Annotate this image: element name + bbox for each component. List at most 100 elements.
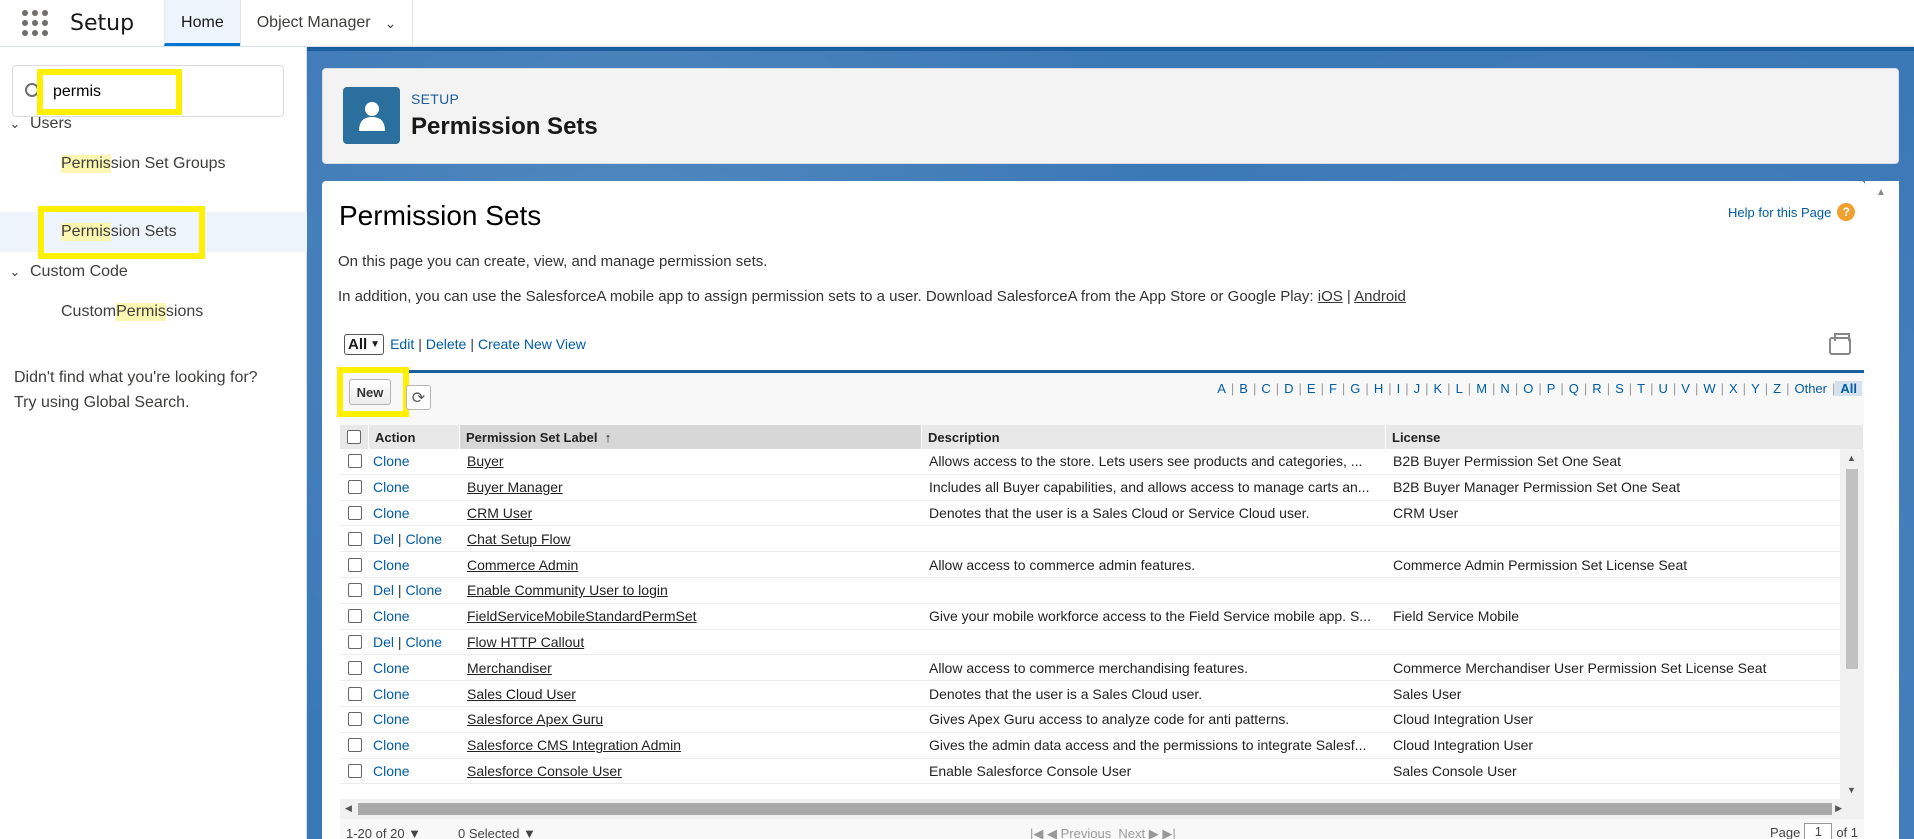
- alpha-filter-link[interactable]: V: [1676, 381, 1695, 396]
- column-description[interactable]: Description: [922, 425, 1386, 449]
- tab-object-manager[interactable]: Object Manager ⌄: [239, 0, 414, 46]
- permission-set-link[interactable]: Buyer: [460, 453, 922, 469]
- permission-set-link[interactable]: Chat Setup Flow: [460, 531, 922, 547]
- alpha-filter-link[interactable]: Z: [1768, 381, 1786, 396]
- alpha-filter-link[interactable]: N: [1495, 381, 1514, 396]
- clone-link[interactable]: Clone: [373, 737, 410, 753]
- quick-find-input[interactable]: [43, 75, 176, 109]
- row-checkbox[interactable]: [347, 609, 362, 624]
- delete-view-link[interactable]: Delete: [426, 336, 466, 352]
- alpha-filter-link[interactable]: Q: [1564, 381, 1584, 396]
- chevron-down-icon[interactable]: ⌄: [0, 116, 30, 132]
- last-page-icon[interactable]: ▶|: [1162, 826, 1175, 839]
- row-checkbox[interactable]: [347, 660, 362, 675]
- clone-link[interactable]: Clone: [405, 582, 442, 598]
- alpha-filter-link[interactable]: H: [1369, 381, 1388, 396]
- alpha-filter-link[interactable]: Y: [1746, 381, 1765, 396]
- alpha-filter-link[interactable]: D: [1279, 381, 1298, 396]
- alpha-filter-link[interactable]: U: [1653, 381, 1672, 396]
- permission-set-link[interactable]: FieldServiceMobileStandardPermSet: [460, 608, 922, 624]
- alpha-filter-link[interactable]: I: [1392, 381, 1406, 396]
- alpha-filter-link[interactable]: Other: [1789, 381, 1832, 396]
- alpha-filter-link[interactable]: J: [1409, 381, 1426, 396]
- page-input[interactable]: 1: [1804, 823, 1833, 839]
- alpha-filter-link[interactable]: G: [1345, 381, 1365, 396]
- clone-link[interactable]: Clone: [373, 505, 410, 521]
- scroll-right-icon[interactable]: ▶: [1835, 803, 1842, 814]
- scroll-up-icon[interactable]: ▲: [1876, 187, 1886, 198]
- alpha-filter-link[interactable]: X: [1724, 381, 1743, 396]
- clone-link[interactable]: Clone: [373, 711, 410, 727]
- tree-group-users[interactable]: ⌄ Users: [0, 109, 307, 139]
- help-link[interactable]: Help for this Page?: [1728, 203, 1856, 221]
- clone-link[interactable]: Clone: [373, 557, 410, 573]
- clone-link[interactable]: Clone: [373, 660, 410, 676]
- row-checkbox[interactable]: [347, 480, 362, 495]
- del-link[interactable]: Del: [373, 582, 394, 598]
- tab-home[interactable]: Home: [164, 0, 240, 46]
- scroll-down-icon[interactable]: ▼: [1847, 785, 1856, 795]
- row-checkbox[interactable]: [347, 505, 362, 520]
- android-link[interactable]: Android: [1354, 288, 1406, 305]
- permission-set-link[interactable]: Merchandiser: [460, 660, 922, 676]
- row-checkbox[interactable]: [347, 712, 362, 727]
- column-license[interactable]: License: [1386, 425, 1864, 449]
- edit-view-link[interactable]: Edit: [390, 336, 414, 352]
- next-link[interactable]: Next ▶: [1118, 826, 1158, 839]
- permission-set-link[interactable]: Buyer Manager: [460, 479, 922, 495]
- app-launcher-button[interactable]: [0, 0, 70, 46]
- row-checkbox[interactable]: [347, 531, 362, 546]
- clone-link[interactable]: Clone: [373, 686, 410, 702]
- help-icon[interactable]: ?: [1837, 203, 1856, 221]
- alpha-filter-link[interactable]: B: [1234, 381, 1253, 396]
- permission-set-link[interactable]: Enable Community User to login: [460, 582, 922, 598]
- scroll-thumb[interactable]: [1846, 469, 1858, 669]
- row-checkbox[interactable]: [347, 583, 362, 598]
- permission-set-link[interactable]: Salesforce Console User: [460, 763, 922, 779]
- permission-set-link[interactable]: CRM User: [460, 505, 922, 521]
- alpha-filter-link[interactable]: E: [1302, 381, 1321, 396]
- alpha-filter-link[interactable]: K: [1429, 381, 1448, 396]
- previous-link[interactable]: ◀ Previous: [1047, 826, 1111, 839]
- chevron-down-icon[interactable]: ⌄: [0, 264, 30, 280]
- row-checkbox[interactable]: [347, 557, 362, 572]
- scroll-left-icon[interactable]: ◀: [345, 803, 352, 814]
- permission-set-link[interactable]: Flow HTTP Callout: [460, 634, 922, 650]
- clone-link[interactable]: Clone: [373, 608, 410, 624]
- chevron-down-icon[interactable]: ⌄: [385, 15, 397, 32]
- sidebar-item-permission-set-groups[interactable]: Permis sion Set Groups: [0, 144, 307, 184]
- alpha-filter-link[interactable]: F: [1324, 381, 1342, 396]
- clone-link[interactable]: Clone: [373, 763, 410, 779]
- alpha-filter-link[interactable]: T: [1632, 381, 1650, 396]
- content-scrollbar[interactable]: ▲: [1865, 181, 1899, 839]
- clone-link[interactable]: Clone: [373, 453, 410, 469]
- alpha-filter-link[interactable]: P: [1542, 381, 1561, 396]
- alpha-filter-link[interactable]: M: [1471, 381, 1492, 396]
- permission-set-link[interactable]: Commerce Admin: [460, 557, 922, 573]
- printer-icon[interactable]: [1829, 333, 1851, 355]
- alpha-filter-link[interactable]: O: [1518, 381, 1538, 396]
- row-checkbox[interactable]: [347, 686, 362, 701]
- scroll-thumb[interactable]: [358, 803, 1832, 815]
- permission-set-link[interactable]: Salesforce CMS Integration Admin: [460, 737, 922, 753]
- vertical-scrollbar[interactable]: ▲ ▼: [1840, 449, 1864, 799]
- horizontal-scrollbar[interactable]: ◀ ▶: [340, 799, 1864, 819]
- create-view-link[interactable]: Create New View: [478, 336, 586, 352]
- alpha-filter-link[interactable]: R: [1587, 381, 1606, 396]
- row-checkbox[interactable]: [347, 634, 362, 649]
- alpha-filter-link[interactable]: W: [1698, 381, 1720, 396]
- alpha-filter-link[interactable]: C: [1256, 381, 1275, 396]
- sidebar-item-custom-permissions[interactable]: Custom Permis sions: [0, 292, 307, 332]
- column-label[interactable]: Permission Set Label ↑: [460, 425, 922, 449]
- ios-link[interactable]: iOS: [1318, 288, 1343, 305]
- row-checkbox[interactable]: [347, 763, 362, 778]
- first-page-icon[interactable]: |◀: [1030, 826, 1043, 839]
- scroll-up-icon[interactable]: ▲: [1847, 453, 1856, 463]
- alpha-filter-all[interactable]: All: [1835, 381, 1862, 396]
- record-count[interactable]: 1-20 of 20 ▼: [346, 826, 421, 839]
- del-link[interactable]: Del: [373, 531, 394, 547]
- selected-count[interactable]: 0 Selected ▼: [458, 826, 536, 839]
- clone-link[interactable]: Clone: [405, 531, 442, 547]
- view-select[interactable]: All ▼: [344, 333, 385, 355]
- permission-set-link[interactable]: Sales Cloud User: [460, 686, 922, 702]
